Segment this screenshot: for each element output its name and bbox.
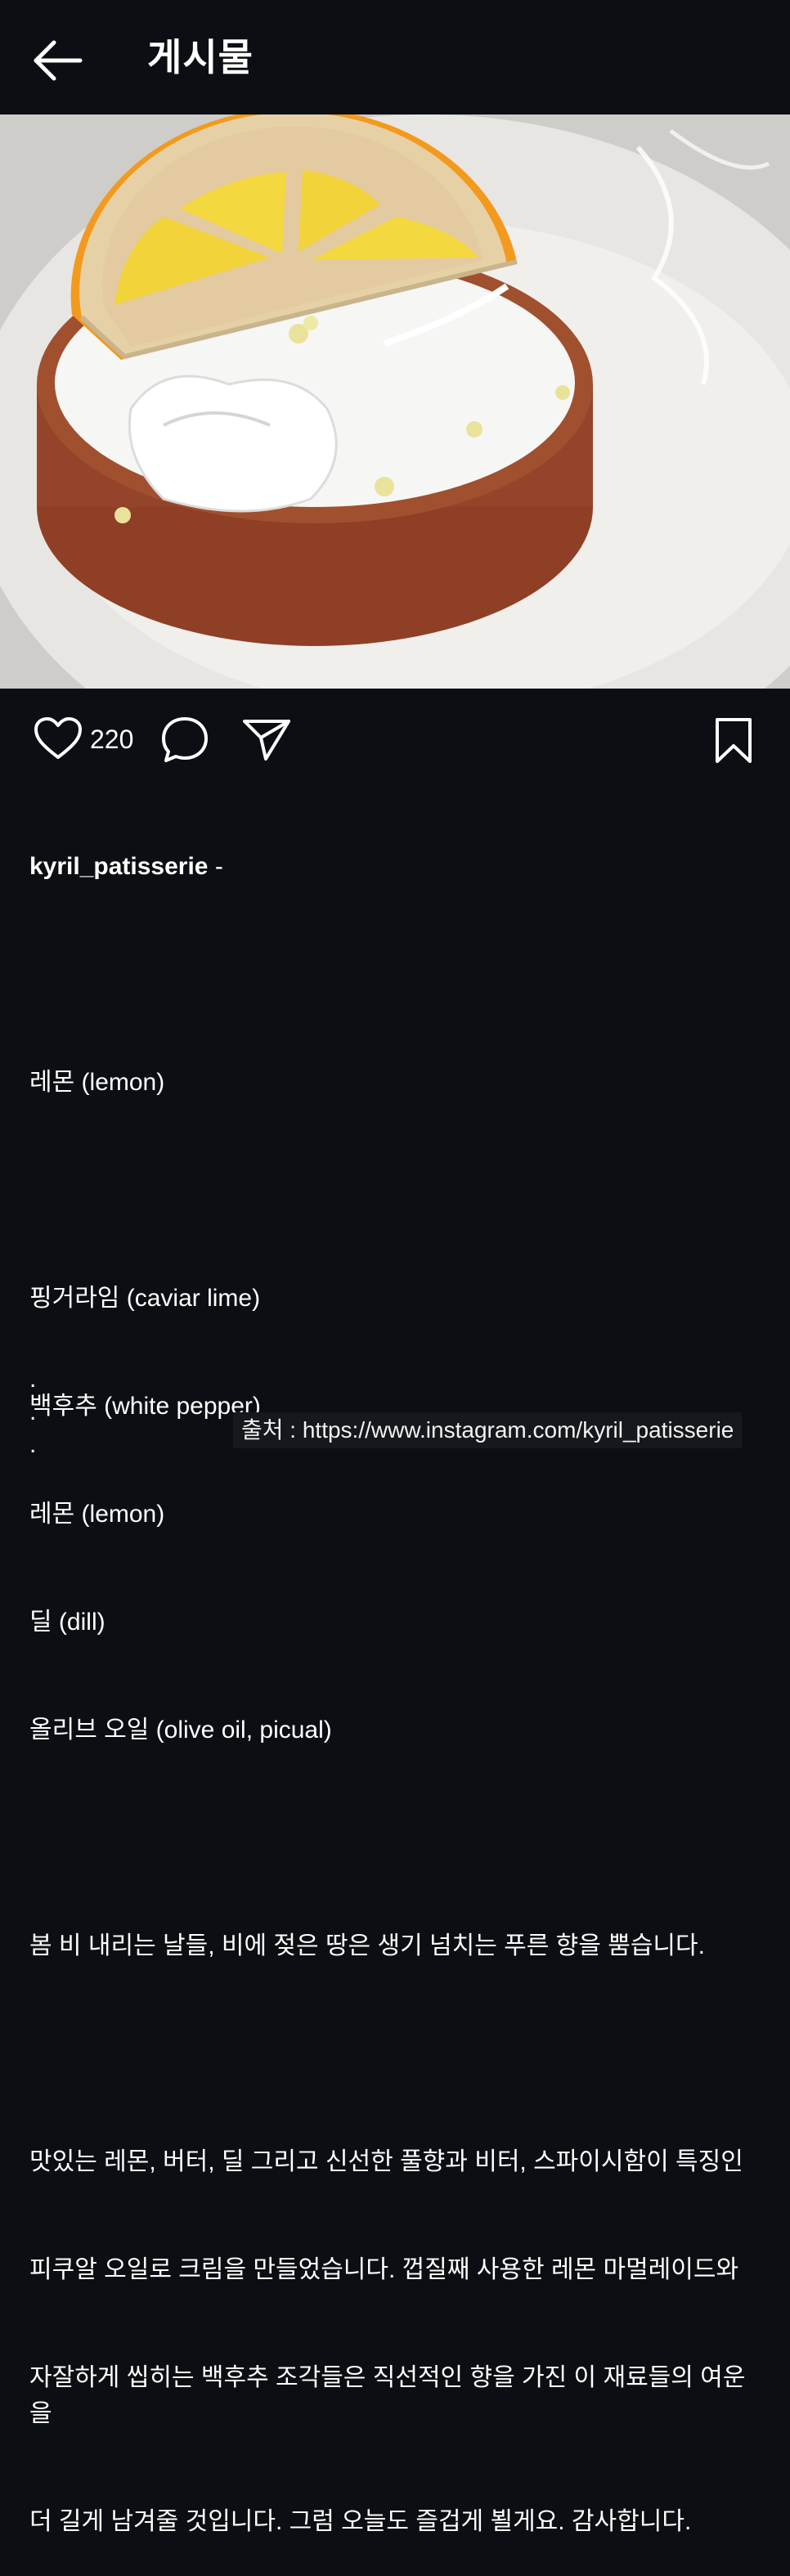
caption-line: 핑거라임 (caviar lime) (29, 1285, 261, 1312)
post-action-bar: 220 (0, 705, 790, 770)
page-title: 게시물 (147, 36, 254, 79)
lemon-tart-illustration (0, 114, 790, 689)
caption-line: 레몬 (lemon) (29, 1501, 165, 1528)
caption-line: 피쿠알 오일로 크림을 만들었습니다. 껍질째 사용한 레몬 마멀레이드와 (29, 2256, 739, 2283)
caption-dot: . (29, 1398, 37, 1425)
share-button[interactable] (241, 716, 292, 762)
caption-dot: . (29, 1431, 37, 1458)
caption-line: 봄 비 내리는 날들, 비에 젖은 땅은 생기 넘치는 푸른 향을 뿜습니다. (29, 1932, 705, 1959)
caption-line: 자잘하게 씹히는 백후추 조각들은 직선적인 향을 가진 이 재료들의 여운을 (29, 2364, 746, 2427)
back-button[interactable] (29, 36, 87, 85)
heart-icon (34, 717, 82, 759)
username-suffix: - (208, 853, 223, 880)
caption-line: 올리브 오일 (olive oil, picual) (29, 1717, 332, 1744)
caption-dot: . (29, 1366, 37, 1393)
comment-button[interactable] (159, 715, 210, 765)
caption-dots: . . . (29, 1363, 36, 1461)
caption-line: 레몬 (lemon) (29, 1069, 165, 1096)
caption-line (29, 1173, 765, 1209)
post-caption: kyril_patisserie - 레몬 (lemon) 핑거라임 (cavi… (29, 777, 765, 2576)
like-count: 220 (90, 725, 134, 754)
like-button[interactable] (33, 716, 83, 762)
caption-header: kyril_patisserie - (29, 849, 765, 885)
comment-icon (162, 717, 208, 762)
send-icon (243, 720, 290, 761)
save-button[interactable] (713, 716, 754, 765)
arrow-left-icon (34, 40, 83, 81)
caption-line (29, 2036, 765, 2072)
author-username[interactable]: kyril_patisserie (29, 853, 208, 880)
caption-line: 더 길게 남겨줄 것입니다. 그럼 오늘도 즐겁게 뵐게요. 감사합니다. (29, 2508, 692, 2535)
top-app-bar: 게시물 (0, 0, 790, 114)
bookmark-icon (716, 718, 752, 763)
caption-line: 맛있는 레몬, 버터, 딜 그리고 신선한 풀향과 비터, 스파이시함이 특징인 (29, 2148, 743, 2175)
post-image[interactable] (0, 114, 790, 689)
source-watermark: 출처 : https://www.instagram.com/kyril_pat… (233, 1412, 743, 1448)
caption-line: 딜 (dill) (29, 1609, 105, 1636)
caption-line (29, 1820, 765, 1856)
